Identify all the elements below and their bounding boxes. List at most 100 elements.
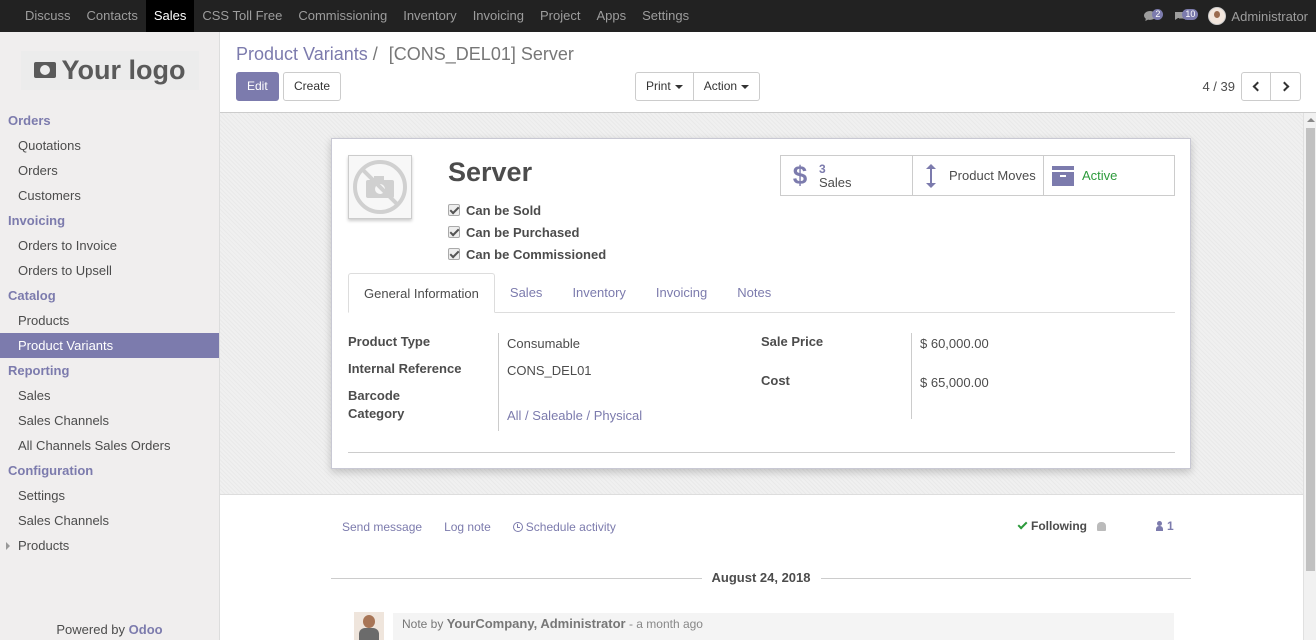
sale-price-label: Sale Price [761,334,824,349]
control-panel: Product Variants / [CONS_DEL01] Server E… [220,32,1316,113]
print-dropdown[interactable]: Print [635,72,694,101]
messaging-menu[interactable]: 2 [1143,8,1164,22]
powered-by: Powered by Odoo [0,622,219,640]
check-icon [1017,519,1028,530]
sidebar-item-orders-to-invoice[interactable]: Orders to Invoice [0,233,219,258]
follow-button[interactable]: Following [1017,519,1106,533]
schedule-activity-button[interactable]: Schedule activity [512,520,616,534]
sidebar-item-sales[interactable]: Sales [0,383,219,408]
active-toggle-button[interactable]: Active [1043,156,1174,195]
action-dropdown[interactable]: Action [693,72,761,101]
sidebar-item-quotations[interactable]: Quotations [0,133,219,158]
message-header: Note by YourCompany, Administrator - a m… [393,613,1174,640]
notebook-tabs: General Information Sales Inventory Invo… [348,273,1175,313]
sidebar-item-product-variants[interactable]: Product Variants [0,333,219,358]
pager-value[interactable]: 4 / 39 [1202,79,1235,94]
dollar-icon: $ [792,160,808,190]
menu-apps[interactable]: Apps [588,0,634,32]
sidebar-item-orders-to-upsell[interactable]: Orders to Upsell [0,258,219,283]
menu-project[interactable]: Project [532,0,588,32]
form-view: Server Can be Sold Can be Purchased Can … [220,113,1316,640]
tab-invoicing[interactable]: Invoicing [641,273,722,313]
menu-sales[interactable]: Sales [145,0,195,32]
followers-button[interactable]: 1 [1156,519,1174,533]
breadcrumb-current: [CONS_DEL01] Server [388,44,574,64]
create-button[interactable]: Create [283,72,342,101]
can-be-sold-row: Can be Sold [448,199,606,221]
message-author[interactable]: YourCompany, Administrator [447,616,626,631]
odoo-link[interactable]: Odoo [129,622,163,637]
menu-css-toll-free[interactable]: CSS Toll Free [194,0,290,32]
sidebar-item-orders[interactable]: Orders [0,158,219,183]
scrollbar-thumb[interactable] [1306,128,1315,571]
can-be-purchased-checkbox[interactable] [448,226,460,238]
can-be-commissioned-checkbox[interactable] [448,248,460,260]
pager-next-button[interactable] [1271,72,1301,101]
cost-label: Cost [761,373,790,388]
button-box: $ 3 Sales Product Moves Active [780,155,1175,196]
breadcrumb-parent[interactable]: Product Variants [236,44,368,64]
category-label: Category [348,406,405,421]
sidebar-section-configuration: Configuration [8,463,94,478]
can-be-commissioned-label: Can be Commissioned [466,246,607,262]
field-divider [911,333,912,419]
caret-down-icon [674,84,683,89]
product-type-label: Product Type [348,334,431,349]
no-image-icon [353,160,407,214]
scroll-up-icon[interactable] [1307,118,1315,122]
date-label: August 24, 2018 [701,570,821,585]
sidebar: Your logo Orders Quotations Orders Custo… [0,32,220,640]
author-avatar[interactable] [354,612,384,640]
menu-discuss[interactable]: Discuss [17,0,79,32]
tab-sales[interactable]: Sales [495,273,558,313]
activity-menu[interactable]: 10 [1173,8,1199,22]
send-message-button[interactable]: Send message [342,520,422,534]
vertical-scrollbar[interactable] [1303,113,1316,640]
sidebar-item-label: Products [18,538,70,553]
category-value[interactable]: All / Saleable / Physical [507,408,642,423]
product-moves-label: Product Moves [949,168,1036,183]
action-label: Action [703,79,738,93]
log-note-button[interactable]: Log note [444,520,491,534]
product-type-value[interactable]: Consumable [507,336,580,351]
bell-icon[interactable] [1097,521,1106,531]
sale-price-value[interactable]: $ 60,000.00 [920,336,989,351]
product-moves-button[interactable]: Product Moves [912,156,1043,195]
pager-previous-button[interactable] [1241,72,1271,101]
top-navbar: Discuss Contacts Sales CSS Toll Free Com… [0,0,1316,32]
menu-commissioning[interactable]: Commissioning [290,0,395,32]
sidebar-item-all-channels-sales-orders[interactable]: All Channels Sales Orders [0,433,219,458]
internal-reference-value[interactable]: CONS_DEL01 [507,363,592,378]
cost-value[interactable]: $ 65,000.00 [920,375,989,390]
breadcrumb-separator: / [372,44,378,64]
tab-inventory[interactable]: Inventory [557,273,640,313]
chevron-right-icon [1279,81,1289,92]
sidebar-item-sales-channels[interactable]: Sales Channels [0,408,219,433]
product-image[interactable] [348,155,412,219]
sidebar-item-products[interactable]: Products [0,308,219,333]
menu-settings[interactable]: Settings [634,0,697,32]
internal-reference-label: Internal Reference [348,361,462,376]
breadcrumb: Product Variants / [CONS_DEL01] Server [236,44,574,65]
tab-notes[interactable]: Notes [722,273,786,313]
app-menu: Discuss Contacts Sales CSS Toll Free Com… [0,0,697,32]
caret-down-icon [741,84,750,89]
systray: 2 10 Administrator [1143,0,1308,32]
user-menu[interactable]: Administrator [1208,7,1308,25]
schedule-activity-label: Schedule activity [525,520,616,534]
sidebar-section-invoicing: Invoicing [8,213,66,228]
can-be-purchased-label: Can be Purchased [466,224,580,240]
tab-general-information[interactable]: General Information [348,273,495,313]
menu-invoicing[interactable]: Invoicing [465,0,532,32]
sidebar-item-customers[interactable]: Customers [0,183,219,208]
pager: 4 / 39 [1202,72,1301,101]
barcode-label: Barcode [348,388,401,403]
menu-contacts[interactable]: Contacts [79,0,146,32]
sales-smart-button[interactable]: $ 3 Sales [781,156,912,195]
edit-button[interactable]: Edit [236,72,279,101]
sidebar-item-settings[interactable]: Settings [0,483,219,508]
can-be-sold-checkbox[interactable] [448,204,460,216]
sidebar-item-config-sales-channels[interactable]: Sales Channels [0,508,219,533]
menu-inventory[interactable]: Inventory [395,0,464,32]
sidebar-item-config-products[interactable]: Products [0,533,219,558]
